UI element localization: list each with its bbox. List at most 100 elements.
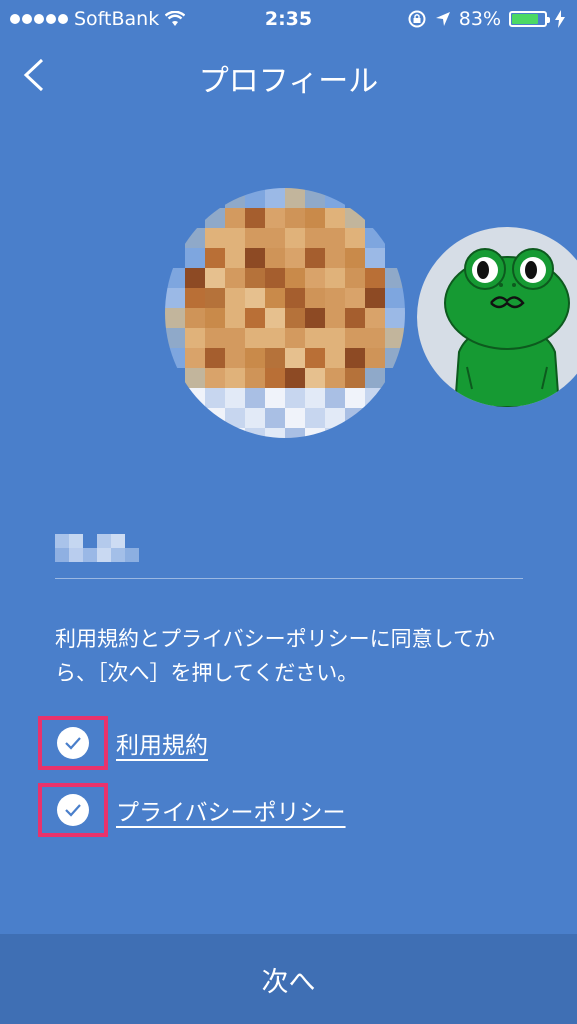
privacy-policy-link[interactable]: プライバシーポリシー [116, 793, 346, 827]
checkmark-icon [65, 737, 81, 750]
photo-pixel [165, 268, 185, 288]
photo-pixel [325, 328, 345, 348]
page-title: プロフィール [198, 64, 379, 99]
photo-pixel [325, 228, 345, 248]
photo-pixel [205, 288, 225, 308]
photo-pixel [305, 408, 325, 428]
photo-pixel [365, 288, 385, 308]
photo-pixel [185, 308, 205, 328]
photo-pixel [325, 388, 345, 408]
photo-pixel [265, 188, 285, 208]
photo-pixel [205, 368, 225, 388]
photo-pixel [305, 428, 325, 438]
photo-pixel [185, 248, 205, 268]
photo-pixel [185, 228, 205, 248]
photo-pixel [305, 328, 325, 348]
photo-pixel [225, 288, 245, 308]
name-field[interactable] [55, 530, 145, 570]
photo-pixel [205, 268, 225, 288]
photo-pixel [245, 428, 265, 438]
terms-row[interactable]: 利用規約 [38, 716, 208, 770]
photo-pixel [285, 328, 305, 348]
photo-pixel [245, 188, 265, 208]
photo-pixel [285, 388, 305, 408]
photo-pixel [345, 368, 365, 388]
photo-pixel [345, 388, 365, 408]
location-arrow-icon [435, 12, 450, 26]
photo-pixel [205, 208, 225, 228]
photo-pixel [365, 348, 385, 368]
photo-pixel [345, 248, 365, 268]
photo-pixel [265, 268, 285, 288]
photo-pixel [185, 388, 205, 408]
photo-pixel [365, 308, 385, 328]
battery-percent: 83% [458, 8, 501, 30]
photo-pixel [245, 328, 265, 348]
photo-pixel [325, 368, 345, 388]
photo-pixel [325, 348, 345, 368]
photo-pixel [345, 408, 365, 428]
photo-pixel [385, 288, 405, 308]
photo-pixel [325, 188, 345, 208]
photo-pixel [345, 208, 365, 228]
photo-pixel [325, 248, 345, 268]
status-right: 83% [407, 8, 565, 30]
terms-checkbox[interactable] [38, 716, 108, 770]
photo-pixel [345, 308, 365, 328]
photo-pixel [245, 388, 265, 408]
photo-pixel [185, 368, 205, 388]
photo-pixel [345, 268, 365, 288]
character-avatar[interactable] [417, 227, 577, 407]
photo-pixel [305, 268, 325, 288]
photo-pixel [265, 388, 285, 408]
photo-pixel [385, 308, 405, 328]
checkmark-icon [65, 804, 81, 817]
photo-pixel [305, 348, 325, 368]
photo-pixel [285, 348, 305, 368]
charging-bolt-icon [555, 10, 565, 28]
photo-pixel [265, 368, 285, 388]
photo-pixel [225, 188, 245, 208]
next-button[interactable]: 次へ [0, 934, 577, 1024]
photo-pixel [205, 388, 225, 408]
blurred-name [55, 534, 139, 562]
photo-pixel [225, 268, 245, 288]
photo-pixel [345, 328, 365, 348]
photo-pixel [245, 308, 265, 328]
photo-pixel [325, 428, 345, 438]
photo-pixel [265, 208, 285, 228]
photo-pixel [325, 308, 345, 328]
photo-pixel [265, 308, 285, 328]
photo-pixel [285, 428, 305, 438]
photo-pixel [285, 268, 305, 288]
photo-pixel [285, 248, 305, 268]
photo-pixel [305, 248, 325, 268]
photo-pixel [245, 208, 265, 228]
photo-pixel [305, 368, 325, 388]
photo-pixel [325, 208, 345, 228]
photo-pixel [205, 228, 225, 248]
photo-pixel [225, 348, 245, 368]
photo-pixel [305, 288, 325, 308]
photo-pixel [245, 348, 265, 368]
photo-pixel [365, 328, 385, 348]
photo-pixel [185, 328, 205, 348]
photo-pixel [245, 368, 265, 388]
photo-pixel [245, 288, 265, 308]
photo-pixel [305, 188, 325, 208]
privacy-row[interactable]: プライバシーポリシー [38, 783, 346, 837]
photo-pixel [185, 348, 205, 368]
photo-pixel [285, 208, 305, 228]
photo-pixel [165, 308, 185, 328]
photo-pixel [285, 308, 305, 328]
photo-pixel [365, 268, 385, 288]
photo-pixel [325, 288, 345, 308]
photo-pixel [365, 368, 385, 388]
photo-pixel [365, 228, 385, 248]
photo-pixel [285, 408, 305, 428]
terms-link[interactable]: 利用規約 [116, 726, 208, 760]
privacy-checkbox[interactable] [38, 783, 108, 837]
photo-pixel [265, 428, 285, 438]
photo-pixel [225, 228, 245, 248]
profile-photo[interactable] [165, 188, 405, 438]
